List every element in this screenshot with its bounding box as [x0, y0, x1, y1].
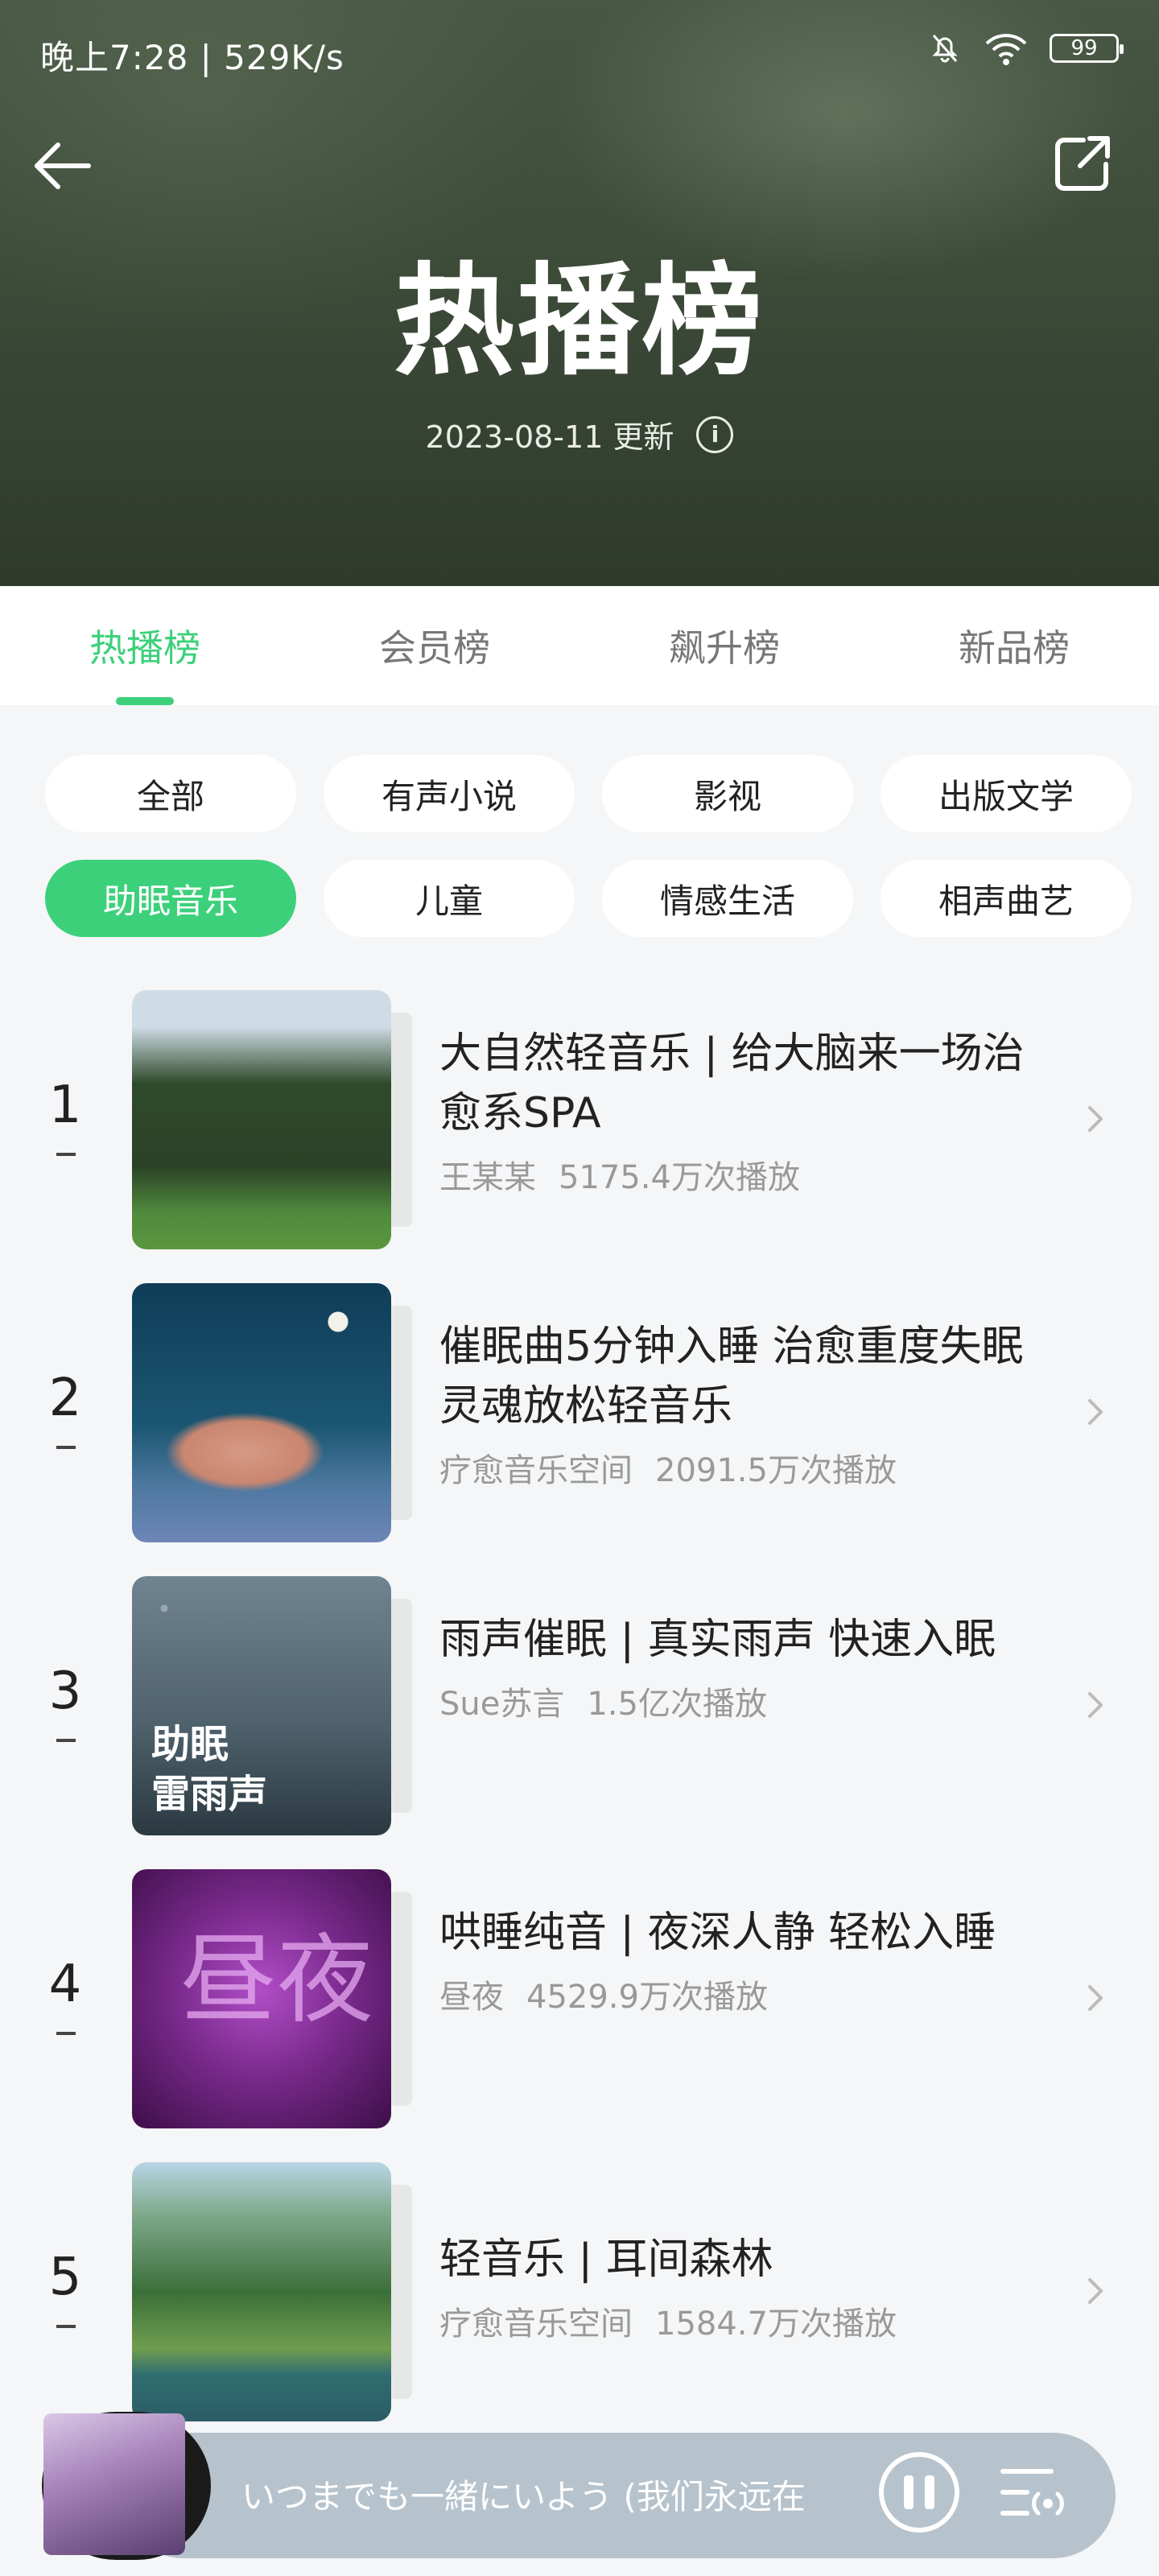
category-filters: 全部 有声小说 影视 出版文学 助眠音乐 儿童 情感生活 相声曲艺 — [45, 755, 1135, 937]
rank-change-dash — [56, 2325, 76, 2328]
pause-icon-bar — [904, 2475, 914, 2509]
album-cover-stack: 昼夜 — [132, 1869, 414, 2128]
cover-caption-line: 助眠 — [151, 1722, 229, 1767]
item-title: 大自然轻音乐 | 给大脑来一场治愈系SPA — [439, 1030, 1025, 1137]
album-cover — [132, 2162, 391, 2421]
mini-player: いつまでも一緒にいよう (我们永远在 — [0, 2412, 1159, 2576]
cover-caption-line: 雷雨声 — [151, 1772, 268, 1817]
chevron-right-icon — [1088, 1985, 1103, 2011]
tab-label: 新品榜 — [959, 626, 1070, 670]
album-cover: 助眠 雷雨声 — [132, 1576, 391, 1835]
item-title: 雨声催眠 | 真实雨声 快速入眠 — [439, 1616, 996, 1664]
back-arrow-icon[interactable] — [31, 134, 95, 198]
item-plays: 2091.5万次播放 — [655, 1452, 897, 1489]
item-plays: 5175.4万次播放 — [559, 1159, 800, 1196]
battery-indicator: 99 — [1050, 34, 1124, 63]
item-meta: Sue苏言 1.5亿次播放 — [439, 1678, 1035, 1724]
item-info: 轻音乐 | 耳间森林 疗愈音乐空间 1584.7万次播放 — [439, 2230, 1035, 2344]
chevron-right-icon — [1088, 1106, 1103, 1132]
pause-icon-bar — [925, 2475, 934, 2509]
item-plays: 1.5亿次播放 — [587, 1686, 767, 1723]
album-cover: 昼夜 — [132, 1869, 391, 2128]
item-info: 雨声催眠 | 真实雨声 快速入眠 Sue苏言 1.5亿次播放 — [439, 1610, 1035, 1724]
rank-change-dash — [56, 1739, 76, 1742]
tab-label: 飙升榜 — [669, 626, 780, 670]
item-title: 轻音乐 | 耳间森林 — [439, 2235, 773, 2284]
filter-chip-audio-novel[interactable]: 有声小说 — [324, 755, 575, 832]
tab-hot[interactable]: 热播榜 — [0, 586, 290, 705]
rank-change-dash — [56, 1446, 76, 1449]
tab-rising[interactable]: 飙升榜 — [580, 586, 869, 705]
album-cover — [132, 990, 391, 1249]
filter-chip-literature[interactable]: 出版文学 — [881, 755, 1132, 832]
active-tab-indicator — [116, 697, 174, 705]
list-item[interactable]: 5 轻音乐 | 耳间森林 疗愈音乐空间 1584.7万次播放 — [0, 2162, 1159, 2421]
item-meta: 昼夜 4529.9万次播放 — [439, 1971, 1035, 2017]
item-author: 王某某 — [439, 1159, 536, 1196]
chevron-right-icon — [1088, 1399, 1103, 1425]
pause-button[interactable] — [879, 2452, 959, 2533]
item-plays: 4529.9万次播放 — [526, 1979, 768, 2016]
status-time-speed: 晚上7:28 | 529K/s — [40, 38, 344, 77]
item-info: 哄睡纯音 | 夜深人静 轻松入睡 昼夜 4529.9万次播放 — [439, 1903, 1035, 2017]
album-cover — [132, 1283, 391, 1542]
filter-chip-emotion-life[interactable]: 情感生活 — [602, 860, 853, 937]
item-meta: 疗愈音乐空间 2091.5万次播放 — [439, 1444, 1035, 1491]
item-title: 催眠曲5分钟入睡 治愈重度失眠 灵魂放松轻音乐 — [439, 1323, 1024, 1430]
album-cover-stack: 助眠 雷雨声 — [132, 1576, 414, 1835]
share-icon[interactable] — [1051, 132, 1116, 196]
item-plays: 1584.7万次播放 — [655, 2306, 897, 2343]
rank-change-dash — [56, 2032, 76, 2035]
filter-chip-all[interactable]: 全部 — [45, 755, 296, 832]
tab-label: 热播榜 — [89, 626, 200, 670]
cover-calligraphy: 昼夜 — [180, 1925, 373, 2037]
update-date-row: 2023-08-11 更新 i — [0, 412, 1159, 456]
item-author: 疗愈音乐空间 — [439, 2306, 633, 2343]
list-item[interactable]: 3 助眠 雷雨声 雨声催眠 | 真实雨声 快速入眠 Sue苏言 1.5亿次播放 — [0, 1576, 1159, 1835]
playlist-icon[interactable] — [998, 2458, 1070, 2528]
filter-chip-sleep-music[interactable]: 助眠音乐 — [45, 860, 296, 937]
item-author: 疗愈音乐空间 — [439, 1452, 633, 1489]
album-cover-stack — [132, 2162, 414, 2421]
item-meta: 王某某 5175.4万次播放 — [439, 1151, 1035, 1198]
rank-number: 1 — [48, 1075, 82, 1135]
header-banner: 晚上7:28 | 529K/s 99 热播榜 2023-08-11 更新 i — [0, 0, 1159, 586]
rank-number: 2 — [48, 1368, 82, 1428]
chevron-right-icon — [1088, 2278, 1103, 2304]
rank-number: 5 — [48, 2248, 82, 2307]
rank-number: 3 — [48, 1662, 82, 1721]
filter-chip-children[interactable]: 儿童 — [324, 860, 575, 937]
mute-bell-icon — [932, 35, 958, 63]
page-title: 热播榜 — [393, 252, 765, 392]
info-icon[interactable]: i — [696, 415, 734, 453]
now-playing-title[interactable]: いつまでも一緒にいよう (我们永远在 — [241, 2470, 853, 2519]
tab-label: 会员榜 — [379, 626, 490, 670]
rank-number: 4 — [48, 1955, 82, 2014]
filter-chip-film-tv[interactable]: 影视 — [602, 755, 853, 832]
status-icons: 99 — [927, 31, 1124, 66]
item-author: Sue苏言 — [439, 1686, 565, 1723]
now-playing-cover[interactable] — [43, 2413, 185, 2555]
chevron-right-icon — [1088, 1692, 1103, 1718]
filter-chip-crosstalk[interactable]: 相声曲艺 — [881, 860, 1132, 937]
album-cover-stack — [132, 990, 414, 1249]
ranking-tabs: 热播榜 会员榜 飙升榜 新品榜 — [0, 586, 1159, 705]
rank-change-dash — [56, 1153, 76, 1156]
album-cover-stack — [132, 1283, 414, 1542]
update-date: 2023-08-11 更新 — [425, 419, 674, 455]
cover-caption: 助眠 雷雨声 — [151, 1719, 267, 1819]
item-info: 催眠曲5分钟入睡 治愈重度失眠 灵魂放松轻音乐 疗愈音乐空间 2091.5万次播… — [439, 1317, 1035, 1491]
item-info: 大自然轻音乐 | 给大脑来一场治愈系SPA 王某某 5175.4万次播放 — [439, 1024, 1035, 1198]
list-item[interactable]: 4 昼夜 哄睡纯音 | 夜深人静 轻松入睡 昼夜 4529.9万次播放 — [0, 1869, 1159, 2128]
list-item[interactable]: 1 大自然轻音乐 | 给大脑来一场治愈系SPA 王某某 5175.4万次播放 — [0, 990, 1159, 1249]
item-title: 哄睡纯音 | 夜深人静 轻松入睡 — [439, 1909, 996, 1957]
wifi-icon — [985, 34, 1027, 65]
item-author: 昼夜 — [439, 1979, 504, 2016]
tab-new[interactable]: 新品榜 — [869, 586, 1159, 705]
item-meta: 疗愈音乐空间 1584.7万次播放 — [439, 2297, 1035, 2344]
list-item[interactable]: 2 催眠曲5分钟入睡 治愈重度失眠 灵魂放松轻音乐 疗愈音乐空间 2091.5万… — [0, 1283, 1159, 1542]
tab-vip[interactable]: 会员榜 — [290, 586, 580, 705]
